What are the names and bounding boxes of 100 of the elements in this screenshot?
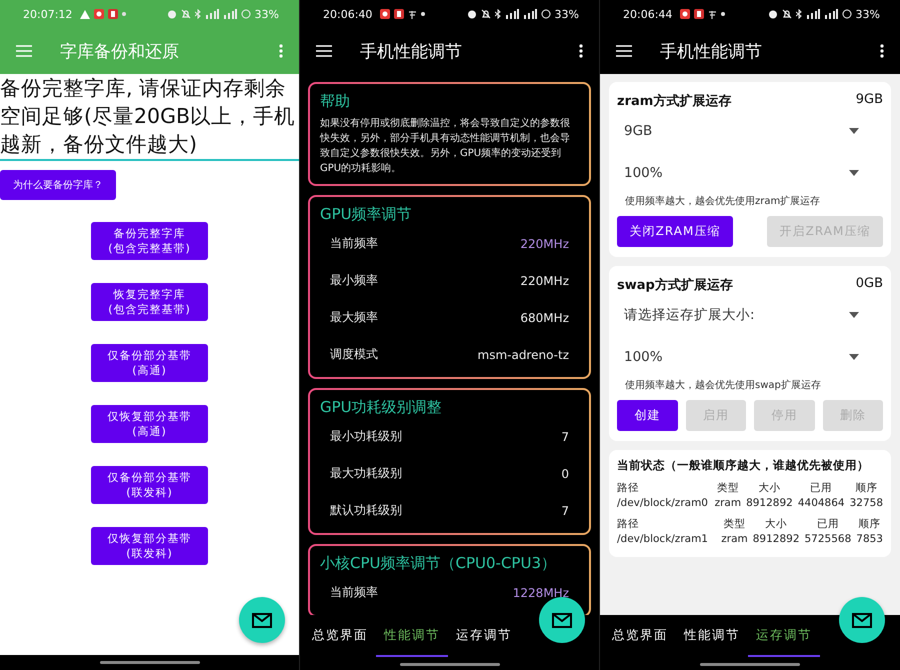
battery-icon [540, 9, 551, 19]
table-cell: 5725568 [804, 533, 852, 545]
signal-icon [504, 9, 519, 19]
card-title: swap方式扩展运存 [617, 276, 733, 294]
why-backup-button[interactable]: 为什么要备份字库？ [0, 170, 116, 200]
mail-button[interactable] [839, 597, 885, 643]
nav-tab[interactable]: 性能调节 [376, 615, 448, 657]
table-cell: 8912892 [752, 533, 800, 545]
more-options-icon[interactable] [579, 44, 583, 58]
dropdown-caret-icon [849, 128, 859, 134]
setting-value[interactable]: 0 [561, 466, 569, 480]
card-title: 小核CPU频率调节（CPU0-CPU3） [320, 553, 557, 574]
setting-label: 最大功耗级别 [330, 465, 402, 482]
setting-value[interactable]: 680MHz [520, 310, 569, 324]
column-header: 顺序 [854, 481, 878, 495]
setting-value[interactable]: 7 [561, 430, 569, 444]
setting-value[interactable]: msm-adreno-tz [478, 348, 569, 362]
dropdown-caret-icon [849, 354, 859, 360]
more-options-icon[interactable] [880, 44, 884, 58]
dropdown[interactable]: 请选择运存扩展大小: [617, 294, 883, 336]
column-header: 路径 [617, 481, 640, 495]
signal-icon [824, 9, 838, 19]
dot-icon [122, 12, 126, 16]
app-notification-icon [108, 9, 118, 19]
setting-value[interactable]: 220MHz [520, 274, 569, 288]
app-notification-icon [408, 10, 418, 18]
gesture-handle[interactable] [100, 661, 200, 664]
help-text: 如果没有停用或彻底删除温控，将会导致自定义的参数很快失效，另外，部分手机具有动态性能调节机制，也会导致自定义参数很快失效。另外，GPU频率的变动还受到GPU的功耗影响。 [320, 116, 571, 176]
column-header: 已用 [809, 481, 834, 495]
nav-tab[interactable]: 总览界面 [604, 615, 676, 657]
battery-level: 33% [554, 8, 579, 20]
signal-icon [806, 9, 820, 19]
table-cell: 7853 [856, 533, 883, 545]
action-button[interactable]: 仅恢复部分基带 (高通) [91, 405, 208, 443]
setting-label: 调度模式 [330, 346, 378, 363]
gesture-handle[interactable] [700, 663, 800, 666]
menu-icon[interactable] [316, 45, 332, 57]
card-title: zram方式扩展运存 [617, 92, 732, 110]
dropdown[interactable]: 100% [617, 152, 883, 194]
setting-label: 最小频率 [330, 272, 378, 289]
dot-icon [421, 12, 426, 16]
dropdown[interactable]: 9GB [617, 110, 883, 152]
action-button[interactable]: 仅备份部分基带 (高通) [91, 344, 208, 382]
signal-icon [522, 9, 537, 19]
app-title: 手机性能调节 [660, 40, 763, 62]
setting-value[interactable]: 7 [561, 504, 569, 518]
card-title: GPU频率调节 [320, 204, 413, 225]
nav-tab[interactable]: 性能调节 [676, 615, 748, 657]
status-time: 20:06:40 [323, 8, 372, 20]
action-button[interactable]: 关闭ZRAM压缩 [617, 216, 733, 247]
app-notification-icon [680, 9, 690, 19]
table-cell-text: /dev/block/zram0 [617, 497, 709, 509]
battery-level: 33% [856, 8, 880, 20]
dropdown-caret-icon [849, 170, 859, 176]
bluetooth-icon [796, 9, 802, 19]
dropdown[interactable]: 100% [617, 336, 883, 378]
setting-value[interactable]: 1228MHz [512, 586, 569, 600]
app-notification-icon [394, 9, 404, 19]
action-button[interactable]: 备份完整字库 (包含完整基带) [91, 222, 208, 260]
menu-icon[interactable] [616, 45, 632, 57]
battery-icon [240, 9, 251, 19]
nav-tab[interactable]: 运存调节 [748, 615, 820, 657]
bell-off-icon [480, 9, 491, 19]
app-notification-icon [694, 9, 704, 19]
table-cell: 8912892 [746, 497, 793, 509]
table-cell: 32758 [850, 497, 883, 509]
setting-label: 最小功耗级别 [330, 428, 402, 445]
table-cell: zram [714, 497, 742, 509]
setting-label: 最大频率 [330, 309, 378, 326]
bluetooth-icon [194, 9, 201, 19]
action-button[interactable]: 恢复完整字库 (包含完整基带) [91, 283, 208, 321]
gesture-handle[interactable] [400, 663, 500, 666]
nav-tab[interactable]: 运存调节 [448, 615, 520, 657]
mail-icon [552, 612, 572, 628]
column-header: 类型 [716, 481, 740, 495]
battery-level: 33% [254, 8, 279, 20]
app-notification-icon [380, 9, 390, 19]
setting-label: 默认功耗级别 [330, 502, 402, 519]
column-header: 路径 [617, 517, 640, 531]
setting-value[interactable]: 220MHz [520, 236, 569, 250]
warning-icon [80, 10, 90, 18]
table-cell-text: /dev/block/zram1 [617, 533, 709, 545]
action-button[interactable]: 仅恢复部分基带 (联发科) [91, 527, 208, 565]
signal-icon [222, 9, 237, 19]
card-title: GPU功耗级别调整 [320, 397, 443, 418]
column-header: 大小 [757, 481, 782, 495]
bell-off-icon [180, 9, 191, 19]
mail-button[interactable] [239, 597, 285, 643]
column-header: 类型 [722, 517, 746, 531]
action-button[interactable]: 仅备份部分基带 (联发科) [91, 466, 208, 504]
nav-tab[interactable]: 总览界面 [304, 615, 376, 657]
dropdown-caret-icon [849, 312, 859, 318]
action-button[interactable]: 创建 [617, 400, 678, 431]
table-cell: zram [721, 533, 748, 545]
card-title: 当前状态（一般谁顺序越大，谁越优先被使用） [617, 458, 870, 473]
app-notification-icon [94, 9, 104, 19]
column-header: 大小 [764, 517, 788, 531]
setting-label: 当前频率 [330, 584, 378, 601]
hint-text: 使用频率越大，越会优先使用zram扩展运存 [625, 194, 822, 208]
app-title: 手机性能调节 [360, 40, 463, 62]
